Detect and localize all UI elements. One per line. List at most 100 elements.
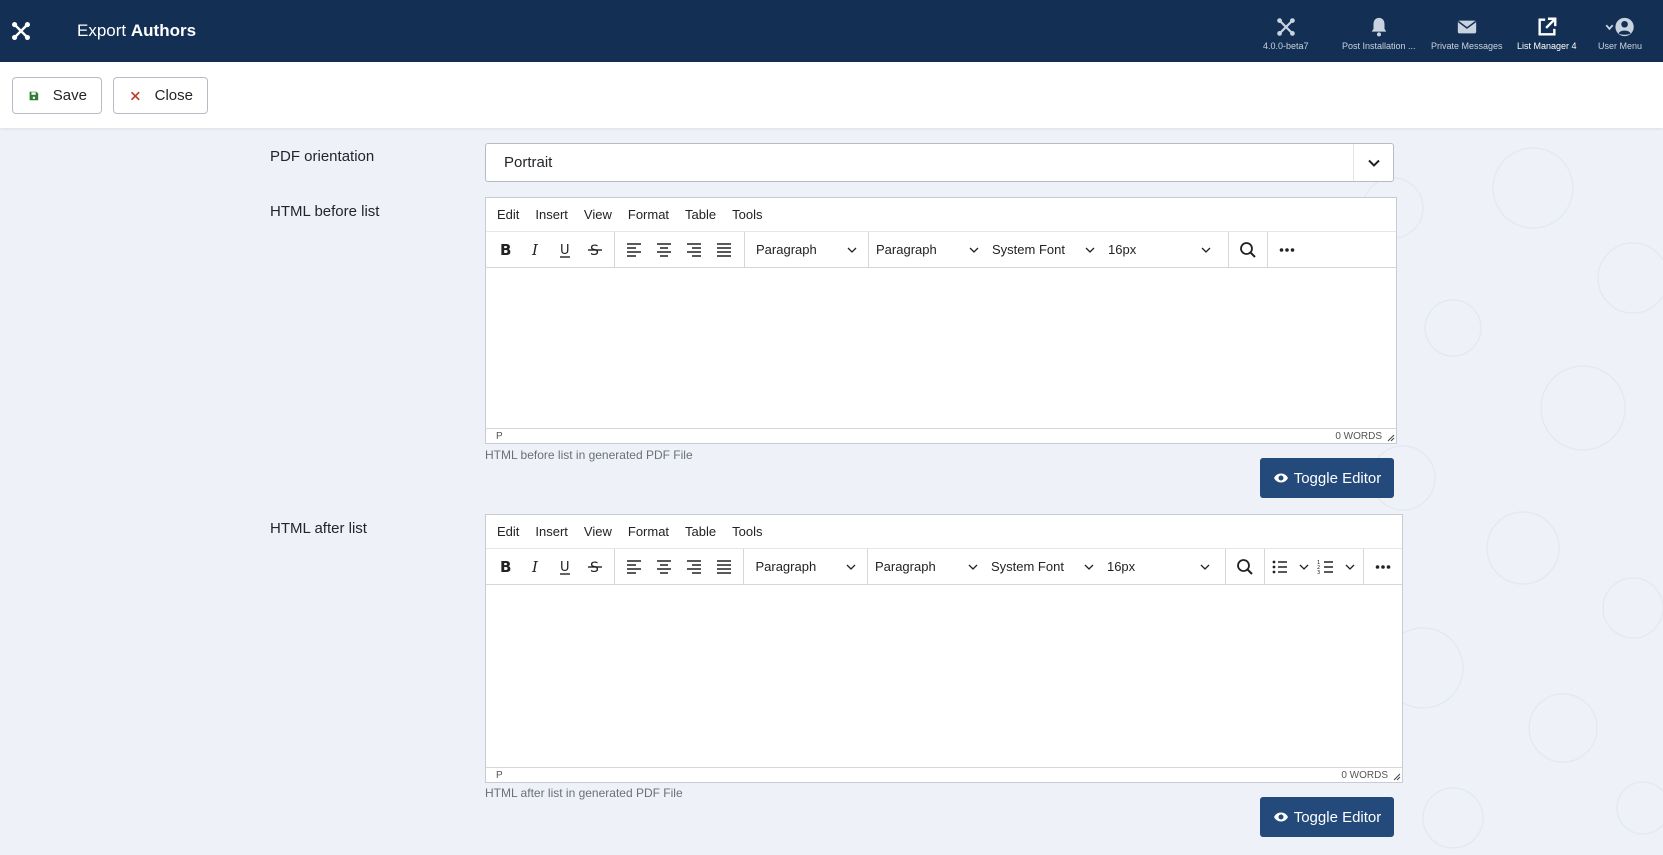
- block-format-value: Paragraph: [755, 559, 817, 574]
- header-item-post-installation[interactable]: Post Installation ...: [1342, 16, 1416, 56]
- align-left-button[interactable]: [619, 552, 649, 582]
- style-format-value: Paragraph: [876, 242, 937, 257]
- editor-content-area[interactable]: [486, 585, 1402, 767]
- align-justify-button[interactable]: [709, 235, 739, 265]
- font-size-value: 16px: [1106, 559, 1136, 574]
- style-format-dropdown[interactable]: Paragraph: [869, 235, 985, 265]
- save-button[interactable]: Save: [12, 77, 102, 114]
- menu-format[interactable]: Format: [628, 207, 669, 222]
- resize-handle-icon[interactable]: [1393, 773, 1401, 781]
- bullet-list-button[interactable]: [1267, 552, 1313, 582]
- align-left-icon: [627, 559, 641, 574]
- font-family-dropdown[interactable]: System Font: [985, 235, 1101, 265]
- menu-tools[interactable]: Tools: [732, 207, 762, 222]
- close-button[interactable]: Close: [113, 77, 208, 114]
- toggle-editor-button-before[interactable]: Toggle Editor: [1260, 458, 1394, 498]
- user-circle-icon: [1605, 17, 1634, 37]
- select-caret: [1353, 144, 1393, 181]
- menu-edit[interactable]: Edit: [497, 207, 519, 222]
- pdf-orientation-label: PDF orientation: [270, 148, 375, 165]
- italic-button[interactable]: I: [520, 552, 550, 582]
- element-path[interactable]: P: [496, 431, 503, 442]
- strikethrough-button[interactable]: S: [580, 552, 610, 582]
- header-item-label: User Menu: [1598, 41, 1643, 51]
- word-count: 0 WORDS: [1335, 430, 1382, 442]
- header-item-private-messages[interactable]: Private Messages: [1431, 16, 1503, 56]
- envelope-icon: [1457, 20, 1476, 34]
- align-center-button[interactable]: [649, 235, 679, 265]
- html-before-list-label: HTML before list: [270, 203, 380, 220]
- bold-button[interactable]: B: [490, 235, 520, 265]
- chevron-down-icon: [847, 564, 856, 570]
- close-icon: [131, 91, 140, 100]
- close-button-label: Close: [154, 87, 193, 104]
- align-left-button[interactable]: [619, 235, 649, 265]
- svg-text:U: U: [560, 560, 570, 575]
- align-justify-button[interactable]: [709, 552, 739, 582]
- menu-table[interactable]: Table: [685, 207, 716, 222]
- strikethrough-icon: S: [588, 243, 602, 259]
- underline-button[interactable]: U: [550, 552, 580, 582]
- numbered-list-button[interactable]: 123: [1313, 552, 1359, 582]
- strikethrough-button[interactable]: S: [580, 235, 610, 265]
- align-center-icon: [657, 242, 671, 257]
- block-format-dropdown[interactable]: Paragraph: [748, 552, 862, 582]
- more-tools-button[interactable]: [1368, 552, 1398, 582]
- font-size-dropdown[interactable]: 16px: [1101, 235, 1217, 265]
- svg-text:3: 3: [1317, 570, 1320, 576]
- align-justify-icon: [717, 242, 731, 257]
- menu-insert[interactable]: Insert: [535, 207, 568, 222]
- menu-format[interactable]: Format: [628, 524, 669, 539]
- menu-table[interactable]: Table: [685, 524, 716, 539]
- more-tools-button[interactable]: [1272, 235, 1302, 265]
- menu-edit[interactable]: Edit: [497, 524, 519, 539]
- chevron-down-icon: [969, 247, 979, 253]
- svg-text:S: S: [590, 560, 599, 576]
- block-format-dropdown[interactable]: Paragraph: [749, 235, 863, 265]
- editor-content-area[interactable]: [486, 268, 1396, 428]
- header-item-version[interactable]: 4.0.0-beta7: [1263, 16, 1309, 56]
- svg-text:B: B: [500, 558, 511, 576]
- font-family-dropdown[interactable]: System Font: [984, 552, 1100, 582]
- joomla-logo-icon[interactable]: [10, 19, 32, 43]
- more-horizontal-icon: [1279, 247, 1295, 252]
- resize-handle-icon[interactable]: [1387, 434, 1395, 442]
- element-path[interactable]: P: [496, 770, 503, 781]
- bell-icon: [1371, 17, 1387, 37]
- align-right-button[interactable]: [679, 235, 709, 265]
- menu-insert[interactable]: Insert: [535, 524, 568, 539]
- style-format-dropdown[interactable]: Paragraph: [868, 552, 984, 582]
- italic-button[interactable]: I: [520, 235, 550, 265]
- html-before-editor: Edit Insert View Format Table Tools B I …: [485, 197, 1397, 444]
- html-after-editor: Edit Insert View Format Table Tools B I …: [485, 514, 1403, 783]
- html-before-help-text: HTML before list in generated PDF File: [485, 448, 693, 462]
- underline-button[interactable]: U: [550, 235, 580, 265]
- align-center-icon: [657, 559, 671, 574]
- html-after-help-text: HTML after list in generated PDF File: [485, 786, 683, 800]
- header-item-user-menu[interactable]: User Menu: [1598, 16, 1642, 56]
- menu-tools[interactable]: Tools: [732, 524, 762, 539]
- font-size-dropdown[interactable]: 16px: [1100, 552, 1216, 582]
- toggle-editor-button-after[interactable]: Toggle Editor: [1260, 797, 1394, 837]
- chevron-down-icon: [968, 564, 978, 570]
- menu-view[interactable]: View: [584, 207, 612, 222]
- pdf-orientation-select[interactable]: Portrait: [485, 143, 1394, 182]
- underline-icon: U: [560, 560, 570, 575]
- align-center-button[interactable]: [649, 552, 679, 582]
- search-replace-button[interactable]: [1230, 552, 1260, 582]
- header-item-list-manager[interactable]: List Manager 4: [1517, 16, 1577, 56]
- chevron-down-icon: [1345, 564, 1355, 570]
- menu-view[interactable]: View: [584, 524, 612, 539]
- block-format-value: Paragraph: [756, 242, 817, 257]
- top-header: Export Authors 4.0.0-beta7 Post Installa…: [0, 0, 1663, 62]
- chevron-down-icon: [1200, 564, 1210, 570]
- align-right-icon: [687, 242, 701, 257]
- font-family-value: System Font: [990, 559, 1064, 574]
- editor-statusbar: P 0 WORDS: [486, 767, 1402, 782]
- bullet-list-icon: [1273, 560, 1288, 573]
- align-right-button[interactable]: [679, 552, 709, 582]
- search-replace-button[interactable]: [1233, 235, 1263, 265]
- style-format-value: Paragraph: [874, 559, 936, 574]
- bold-button[interactable]: B: [490, 552, 520, 582]
- chevron-down-icon: [1085, 247, 1095, 253]
